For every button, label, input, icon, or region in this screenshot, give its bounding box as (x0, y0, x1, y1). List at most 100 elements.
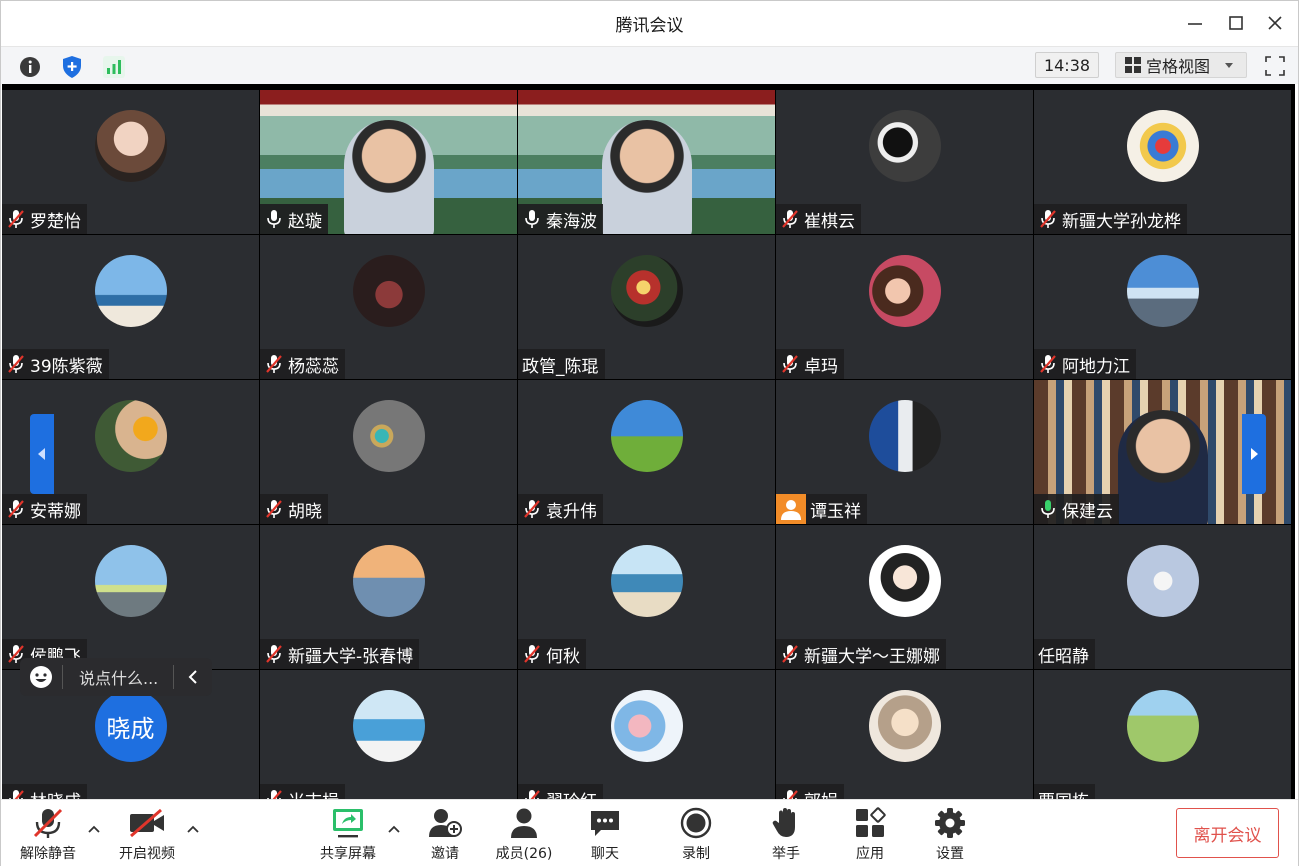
participant-tile-1[interactable]: 罗楚怡 (2, 90, 259, 234)
settings-button[interactable]: 设置 (929, 806, 971, 863)
mic-muted-icon (782, 355, 798, 373)
participant-tile-7[interactable]: 杨蕊蕊 (260, 235, 517, 379)
chat-input[interactable]: 说点什么... (63, 665, 173, 689)
network-status-button[interactable] (101, 54, 127, 80)
share-screen-button[interactable]: 共享屏幕 (317, 806, 379, 863)
mic-muted-icon (8, 210, 24, 228)
participant-tile-3[interactable]: 秦海波 (518, 90, 775, 234)
mic-muted-icon (782, 210, 798, 228)
audio-options-caret[interactable] (85, 820, 103, 838)
mic-icon (525, 210, 539, 228)
video-options-caret[interactable] (184, 820, 202, 838)
fullscreen-button[interactable] (1261, 52, 1289, 80)
meeting-info-button[interactable] (17, 54, 43, 80)
participant-tile-20[interactable]: 任昭静 (1034, 525, 1291, 669)
close-button[interactable] (1261, 9, 1289, 37)
participant-tile-19[interactable]: 新疆大学～王娜娜 (776, 525, 1033, 669)
participant-avatar (868, 690, 941, 762)
participant-tile-13[interactable]: 袁升伟 (518, 380, 775, 524)
participant-nametag: 秦海波 (518, 204, 603, 234)
record-label: 录制 (682, 846, 710, 862)
participant-tile-17[interactable]: 新疆大学-张春博 (260, 525, 517, 669)
maximize-button[interactable] (1222, 9, 1250, 37)
participant-nametag: 赵璇 (260, 204, 328, 234)
minimize-button[interactable] (1181, 9, 1209, 37)
quick-chat-bar[interactable]: 说点什么... (20, 658, 212, 696)
participant-tile-16[interactable]: 侯鹏飞 (2, 525, 259, 669)
participant-avatar (868, 110, 941, 182)
participant-tile-9[interactable]: 卓玛 (776, 235, 1033, 379)
chevron-up-icon (388, 825, 400, 833)
participant-tile-24[interactable]: 郭娟 (776, 670, 1033, 799)
participant-name: 米志楫 (288, 787, 339, 800)
apps-button[interactable]: 应用 (849, 806, 891, 863)
participant-name: 新疆大学-张春博 (288, 646, 414, 667)
fullscreen-icon (1265, 56, 1285, 76)
participant-nametag: 米志楫 (260, 784, 345, 799)
participant-video-person (343, 120, 434, 234)
title-bar: 腾讯会议 (1, 1, 1298, 46)
avatar-initials: 晓成 (106, 714, 155, 743)
participant-tile-5[interactable]: 新疆大学孙龙桦 (1034, 90, 1291, 234)
settings-label: 设置 (936, 846, 964, 862)
participant-nametag: 崔棋云 (776, 204, 861, 234)
caret-right-icon (1251, 448, 1258, 460)
collapse-chat-button[interactable] (174, 669, 212, 685)
members-button[interactable]: 成员(26) (493, 806, 555, 863)
participant-tile-22[interactable]: 米志楫 (260, 670, 517, 799)
participant-nametag: 政管_陈琨 (518, 349, 605, 379)
participant-name: 翟玲红 (546, 787, 597, 800)
participant-tile-23[interactable]: 翟玲红 (518, 670, 775, 799)
chat-button[interactable]: 聊天 (584, 806, 626, 863)
security-button[interactable] (59, 54, 85, 80)
participant-tile-12[interactable]: 胡晓 (260, 380, 517, 524)
meeting-window: 腾讯会议 14:38 宫格视图 罗楚怡 赵璇 秦海波 崔棋云 新疆大学孙龙桦 3… (0, 0, 1299, 866)
participant-avatar (1126, 545, 1199, 617)
mic-muted-icon (782, 645, 798, 663)
participant-name: 杨蕊蕊 (288, 356, 339, 377)
start-video-label: 开启视频 (119, 846, 175, 862)
participant-avatar (94, 545, 167, 617)
leave-meeting-button[interactable]: 离开会议 (1176, 808, 1279, 858)
unmute-label: 解除静音 (20, 846, 76, 862)
participant-tile-6[interactable]: 39陈紫薇 (2, 235, 259, 379)
participant-tile-25[interactable]: 贾国栋 (1034, 670, 1291, 799)
participant-tile-18[interactable]: 何秋 (518, 525, 775, 669)
add-user-icon (429, 809, 462, 837)
participant-tile-2[interactable]: 赵璇 (260, 90, 517, 234)
participant-name: 郭娟 (804, 787, 838, 800)
participant-name: 崔棋云 (804, 211, 855, 232)
next-page-button[interactable] (1242, 414, 1266, 494)
view-mode-dropdown[interactable]: 宫格视图 (1115, 52, 1247, 78)
participant-nametag: 林晓成 (2, 784, 87, 799)
participant-name: 何秋 (546, 646, 580, 667)
chevron-left-icon (188, 670, 197, 684)
participant-tile-14[interactable]: 谭玉祥 (776, 380, 1033, 524)
participant-video-person (601, 120, 692, 234)
participant-avatar (868, 255, 941, 327)
mic-muted-icon (266, 500, 282, 518)
share-options-caret[interactable] (385, 820, 403, 838)
participant-name: 秦海波 (546, 211, 597, 232)
participant-nametag: 谭玉祥 (776, 494, 867, 524)
shield-icon (63, 56, 81, 78)
share-screen-icon (333, 809, 363, 838)
unmute-button[interactable]: 解除静音 (17, 806, 79, 863)
participant-nametag: 新疆大学～王娜娜 (776, 639, 946, 669)
participant-avatar (868, 545, 941, 617)
participant-nametag: 新疆大学孙龙桦 (1034, 204, 1187, 234)
record-button[interactable]: 录制 (675, 806, 717, 863)
start-video-button[interactable]: 开启视频 (115, 806, 179, 863)
raise-hand-button[interactable]: 举手 (765, 806, 807, 863)
emoji-button[interactable] (20, 665, 62, 689)
previous-page-button[interactable] (30, 414, 54, 494)
mic-speaking-icon (1041, 500, 1055, 518)
participant-tile-8[interactable]: 政管_陈琨 (518, 235, 775, 379)
close-icon (1268, 16, 1282, 30)
invite-button[interactable]: 邀请 (423, 806, 467, 863)
participant-tile-4[interactable]: 崔棋云 (776, 90, 1033, 234)
participant-avatar (610, 690, 683, 762)
participant-tile-10[interactable]: 阿地力江 (1034, 235, 1291, 379)
mic-muted-icon (783, 790, 798, 799)
mic-muted-icon (1040, 210, 1056, 228)
